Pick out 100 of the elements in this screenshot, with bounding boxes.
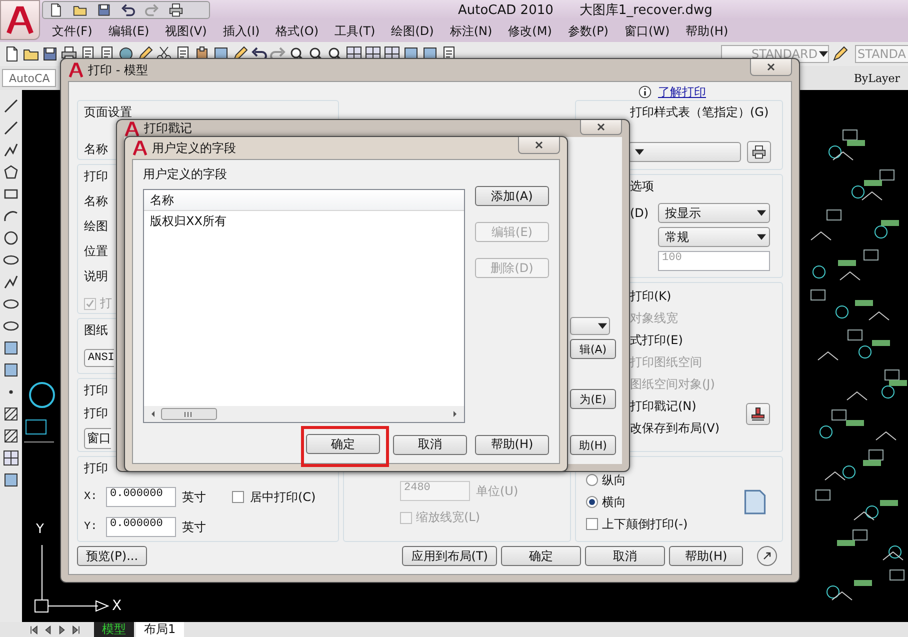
dialog-button[interactable]: 确定 (306, 434, 380, 454)
group-label: 打印 (84, 460, 108, 477)
checkbox-label: 缩放线宽(L) (416, 509, 480, 526)
pencil-icon[interactable] (832, 46, 848, 62)
stamp-icon (750, 406, 766, 422)
axis-label: X (112, 598, 122, 614)
x-offset-field[interactable]: 0.000000 (106, 487, 176, 507)
grid-icon[interactable] (3, 450, 19, 466)
square-icon[interactable] (3, 362, 19, 378)
field-label: Y: (84, 521, 98, 533)
circle-icon[interactable] (3, 230, 19, 246)
hatch-icon[interactable] (3, 428, 19, 444)
menu-item[interactable]: 工具(T) (326, 22, 384, 40)
workspace-field[interactable]: AutoCA (2, 69, 56, 87)
horizontal-scrollbar[interactable] (144, 406, 464, 422)
cancel-button[interactable]: 取消 (585, 546, 665, 566)
field-label: 打印 (84, 405, 108, 422)
paper-size-dropdown[interactable]: ANSI (84, 349, 114, 367)
new-file-icon[interactable] (49, 3, 63, 17)
dialog-button[interactable]: 辑(A) (570, 339, 616, 359)
undo-icon[interactable] (121, 3, 135, 17)
layout-tab[interactable]: 模型 (94, 622, 134, 637)
close-button[interactable] (750, 59, 792, 76)
close-button[interactable] (518, 137, 560, 154)
menu-item[interactable]: 视图(V) (157, 22, 215, 40)
dialog-title: 打印戳记 (144, 120, 192, 137)
square-icon[interactable] (3, 340, 19, 356)
polyline-icon[interactable] (3, 142, 19, 158)
menu-item[interactable]: 插入(I) (214, 22, 268, 40)
dialog-button[interactable]: 帮助(H) (475, 434, 549, 454)
caret-icon (635, 149, 644, 155)
caret-icon (598, 323, 607, 329)
ok-button[interactable]: 确定 (501, 546, 581, 566)
menu-item[interactable]: 参数(P) (560, 22, 616, 40)
menu-item[interactable]: 文件(F) (44, 22, 100, 40)
menu-item[interactable]: 帮助(H) (678, 22, 736, 40)
checkbox[interactable] (586, 518, 598, 530)
menu-item[interactable]: 编辑(E) (100, 22, 158, 40)
scroll-thumb[interactable] (161, 408, 217, 420)
caret-icon (818, 51, 828, 57)
last-icon[interactable] (70, 624, 82, 636)
printer-icon[interactable] (169, 3, 183, 17)
line-icon[interactable] (3, 120, 19, 136)
field-label: 绘图 (84, 218, 108, 235)
new-file-icon[interactable] (4, 46, 20, 62)
polygon-icon[interactable] (3, 164, 19, 180)
arc-icon[interactable] (3, 208, 19, 224)
menu-item[interactable]: 窗口(W) (616, 22, 678, 40)
plot-area-dropdown[interactable]: 窗口 (84, 428, 111, 449)
dialog-button[interactable]: 助(H) (570, 435, 616, 455)
plot-stamp-button[interactable] (746, 403, 770, 425)
shade-plot-dropdown[interactable]: 按显示 (658, 203, 770, 223)
square-icon[interactable] (3, 472, 19, 488)
dialog-button[interactable]: 为(E) (570, 389, 616, 409)
save-icon[interactable] (97, 3, 111, 17)
option-label: 打印图纸空间 (630, 355, 703, 370)
quality-dropdown[interactable]: 常规 (658, 227, 770, 247)
folder-icon[interactable] (73, 3, 87, 17)
menu-item[interactable]: 标注(N) (442, 22, 500, 40)
checkbox[interactable] (232, 491, 244, 503)
side-button[interactable]: 添加(A) (475, 186, 549, 206)
linetype-label: ByLayer (854, 72, 900, 84)
close-icon (765, 61, 777, 73)
close-button[interactable] (580, 120, 622, 135)
menu-item[interactable]: 绘图(D) (383, 22, 442, 40)
apply-button[interactable]: 应用到布局(T) (402, 546, 497, 566)
expand-button[interactable] (757, 546, 777, 566)
app-icon (132, 140, 148, 156)
unit-label: 英寸 (182, 518, 206, 536)
save-icon[interactable] (42, 46, 58, 62)
radio-button[interactable] (586, 496, 598, 508)
list-row[interactable]: 版权归XX所有 (144, 211, 464, 231)
plot-style-dropdown[interactable] (628, 142, 741, 162)
help-link[interactable]: 了解打印 (658, 84, 706, 100)
unit-label: 英寸 (182, 488, 206, 506)
window-title: AutoCAD 2010 (458, 2, 554, 18)
menu-item[interactable]: 格式(O) (268, 22, 327, 40)
y-offset-field[interactable]: 0.000000 (106, 517, 176, 537)
dialog-title: 打印 - 模型 (88, 62, 148, 78)
dialog-title: 用户定义的字段 (152, 140, 236, 156)
menu-item[interactable]: 修改(M) (500, 22, 560, 40)
group-label: 页面设置 (84, 104, 132, 121)
field-label: 说明 (84, 268, 108, 285)
group-label: 图纸 (84, 322, 108, 339)
hatch-icon[interactable] (3, 406, 19, 422)
edit-style-button[interactable] (747, 141, 771, 163)
info-icon (638, 85, 652, 99)
radio-button[interactable] (586, 474, 598, 486)
option-label: 打印(K) (630, 289, 672, 304)
help-button[interactable]: 帮助(H) (669, 546, 743, 566)
dialog-button[interactable]: 取消 (393, 434, 467, 454)
group-label: 选项 (630, 178, 654, 195)
layout-tab[interactable]: 布局1 (136, 622, 184, 637)
dropdown[interactable] (570, 317, 610, 335)
page-orientation-icon (742, 489, 768, 515)
line-icon[interactable] (3, 98, 19, 114)
polyline-icon[interactable] (3, 274, 19, 290)
preview-button[interactable]: 预览(P)... (77, 546, 148, 566)
unit-label: 单位(U) (476, 482, 518, 500)
first-icon[interactable] (28, 624, 40, 636)
